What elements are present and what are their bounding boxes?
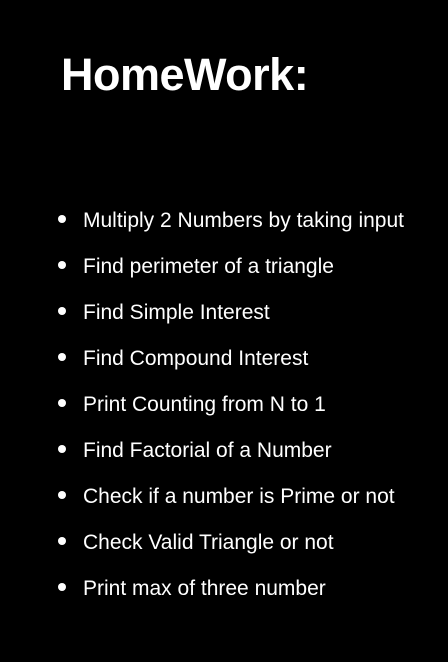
list-item-text: Find Simple Interest	[83, 301, 270, 324]
bullet-icon	[58, 445, 66, 453]
list-item-text: Find perimeter of a triangle	[83, 255, 334, 278]
list-item-text: Find Factorial of a Number	[83, 439, 332, 462]
bullet-icon	[58, 307, 66, 315]
list-item-text: Print max of three number	[83, 577, 326, 600]
slide: HomeWork: Multiply 2 Numbers by taking i…	[0, 0, 448, 662]
bullet-icon	[58, 399, 66, 407]
bullet-icon	[58, 353, 66, 361]
bullet-icon	[58, 491, 66, 499]
slide-title: HomeWork:	[61, 49, 309, 100]
list-item-text: Multiply 2 Numbers by taking input	[83, 209, 404, 232]
bullet-icon	[58, 583, 66, 591]
list-item-text: Find Compound Interest	[83, 347, 309, 370]
bullet-icon	[58, 261, 66, 269]
list-item-text: Print Counting from N to 1	[83, 393, 326, 416]
bullet-icon	[58, 537, 66, 545]
list-item-text: Check Valid Triangle or not	[83, 531, 334, 554]
bullet-icon	[58, 215, 66, 223]
list-item-text: Check if a number is Prime or not	[83, 485, 395, 508]
